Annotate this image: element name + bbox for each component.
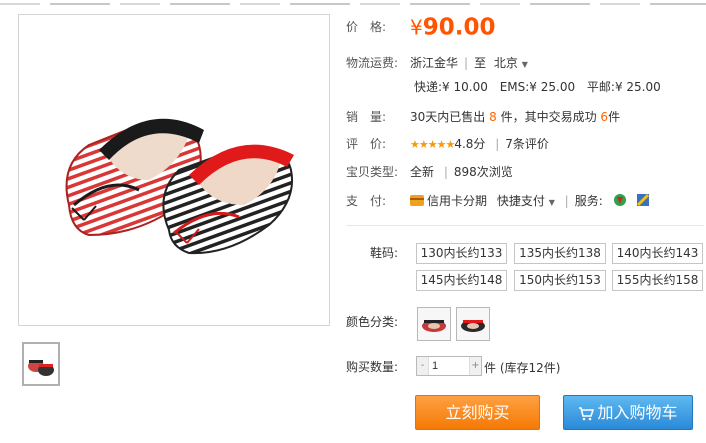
- thumbnail-shoes-image: [26, 346, 56, 382]
- payment-label: 支 付:: [346, 194, 387, 208]
- rating-stars-icon: ★★★★★: [410, 138, 455, 151]
- top-header-strip: [0, 0, 706, 6]
- sales-middle: 件，其中交易成功: [500, 110, 597, 124]
- service-label: 服务:: [574, 194, 603, 208]
- quantity-stepper: - +: [416, 356, 482, 376]
- shipping-to: 至: [474, 56, 487, 70]
- price-value: 90.00: [422, 14, 496, 41]
- size-option-145[interactable]: 145内长约148: [416, 270, 507, 291]
- quantity-decrease-button[interactable]: -: [417, 357, 429, 375]
- color-label: 颜色分类:: [346, 315, 399, 329]
- buy-now-button[interactable]: 立刻购买: [415, 395, 540, 430]
- quantity-increase-button[interactable]: +: [469, 357, 481, 375]
- add-to-cart-button[interactable]: 加入购物车: [563, 395, 693, 430]
- rating-score: 4.8分: [454, 137, 486, 151]
- payment-separator: |: [564, 194, 569, 208]
- item-type-row: 宝贝类型: 全新 | 898次浏览: [346, 164, 513, 180]
- rating-label: 评 价:: [346, 137, 387, 151]
- sales-suffix: 件: [608, 110, 621, 124]
- options-divider: [346, 225, 704, 226]
- item-type-separator: |: [443, 165, 448, 179]
- quick-pay-option[interactable]: 快捷支付 ▼: [497, 194, 555, 208]
- size-option-130[interactable]: 130内长约133: [416, 243, 507, 264]
- shipping-separator: |: [464, 56, 469, 70]
- sold-count: 8: [489, 110, 497, 124]
- sales-row: 销 量: 30天内已售出 8 件，其中交易成功 6件: [346, 109, 620, 125]
- sales-label: 销 量:: [346, 110, 387, 124]
- product-thumbnail[interactable]: [22, 342, 60, 386]
- quantity-input[interactable]: [430, 358, 468, 374]
- size-option-150[interactable]: 150内长约153: [514, 270, 606, 291]
- quantity-label: 购买数量:: [346, 360, 399, 374]
- color-option-black-strap[interactable]: [417, 307, 451, 341]
- payment-row: 支 付: 信用卡分期 快捷支付 ▼ | 服务:: [346, 193, 650, 211]
- shipping-row: 物流运费: 浙江金华 | 至 北京 ▼: [346, 55, 528, 73]
- item-condition: 全新: [410, 165, 435, 179]
- ems-fee: EMS:¥ 25.00: [499, 80, 576, 94]
- size-option-155[interactable]: 155内长约158: [612, 270, 703, 291]
- size-label: 鞋码:: [370, 246, 399, 260]
- item-type-label: 宝贝类型:: [346, 165, 399, 179]
- service-guarantee-icon[interactable]: [613, 193, 627, 207]
- add-to-cart-label: 加入购物车: [597, 403, 678, 422]
- rating-row: 评 价: ★★★★★4.8分 | 7条评价: [346, 136, 549, 153]
- chevron-down-icon: ▼: [521, 60, 528, 69]
- installment-text: 信用卡分期: [427, 194, 488, 208]
- color-swatch-image: [461, 320, 485, 332]
- shipping-fees-row: 快递:¥ 10.00 EMS:¥ 25.00 平邮:¥ 25.00: [414, 79, 661, 95]
- size-option-135[interactable]: 135内长约138: [514, 243, 606, 264]
- service-protection-icon[interactable]: [636, 193, 650, 207]
- express-fee: 快递:¥ 10.00: [414, 80, 488, 94]
- sales-prefix: 30天内已售出: [410, 110, 486, 124]
- stock-text: 件 (库存12件): [484, 361, 561, 375]
- shipping-label: 物流运费:: [346, 56, 399, 70]
- price-row: 价 格: ¥90.00: [346, 16, 496, 39]
- shoes-illustration: [65, 118, 294, 255]
- shipping-destination-select[interactable]: 北京 ▼: [494, 56, 528, 70]
- size-option-140[interactable]: 140内长约143: [612, 243, 703, 264]
- shipping-origin: 浙江金华: [410, 56, 459, 70]
- product-main-image[interactable]: [18, 14, 330, 326]
- price-currency: ¥: [410, 15, 423, 40]
- installment-option[interactable]: 信用卡分期: [410, 194, 487, 208]
- reviews-link[interactable]: 7条评价: [505, 137, 549, 151]
- color-swatch-image: [422, 320, 446, 332]
- view-count: 898次浏览: [453, 165, 513, 179]
- cart-icon: [579, 406, 595, 420]
- color-option-red-strap[interactable]: [456, 307, 490, 341]
- rating-separator: |: [495, 137, 500, 151]
- shipping-destination: 北京: [493, 56, 518, 70]
- credit-card-icon: [410, 195, 424, 206]
- success-count: 6: [600, 110, 609, 124]
- surface-mail-fee: 平邮:¥ 25.00: [586, 80, 661, 94]
- quick-pay-text: 快捷支付: [496, 194, 545, 208]
- chevron-down-icon: ▼: [548, 198, 555, 207]
- price-label: 价 格:: [346, 20, 387, 34]
